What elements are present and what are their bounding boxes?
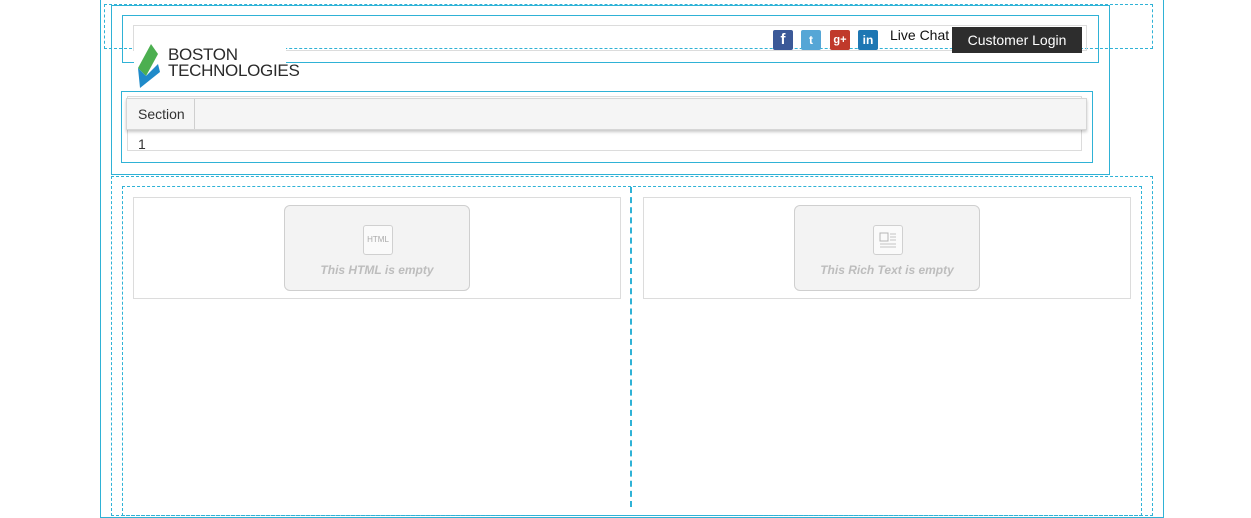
html-empty-placeholder[interactable]: HTML This HTML is empty — [284, 205, 470, 291]
column-divider — [630, 187, 632, 507]
customer-login-button[interactable]: Customer Login — [952, 27, 1082, 53]
richtext-empty-text: This Rich Text is empty — [820, 263, 954, 277]
rich-text-icon — [873, 225, 903, 255]
logo-text: BOSTON TECHNOLOGIES — [168, 46, 300, 80]
logo-mark-icon — [138, 44, 160, 88]
richtext-empty-placeholder[interactable]: This Rich Text is empty — [794, 205, 980, 291]
live-chat-link[interactable]: Live Chat — [890, 27, 949, 43]
brand-logo[interactable]: BOSTON TECHNOLOGIES — [134, 44, 300, 88]
linkedin-icon[interactable]: in — [858, 30, 878, 50]
twitter-icon[interactable]: t — [801, 30, 821, 50]
nav-item-label: Section 1 — [138, 99, 195, 152]
logo-line-2: TECHNOLOGIES — [168, 61, 300, 80]
html-empty-text: This HTML is empty — [320, 263, 434, 277]
google-plus-icon[interactable]: g+ — [830, 30, 850, 50]
html-icon: HTML — [363, 225, 393, 255]
main-nav: Section 1 — [126, 98, 1087, 152]
facebook-icon[interactable]: f — [773, 30, 793, 50]
